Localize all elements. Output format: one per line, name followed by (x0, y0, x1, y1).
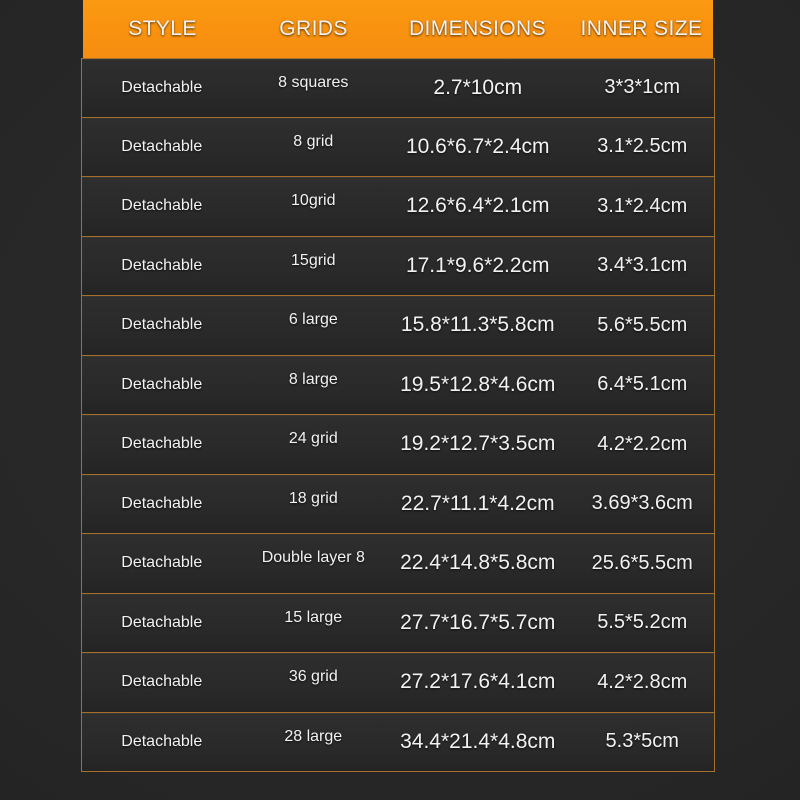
table-row: Detachable 18 grid 22.7*11.1*4.2cm 3.69*3.6… (81, 474, 715, 534)
cell-dimensions: 34.4*21.4*4.8cm (400, 729, 556, 753)
cell-grids: 24 grid (288, 430, 338, 448)
cell-dimensions: 10.6*6.7*2.4cm (405, 134, 550, 158)
cell-inner-size: 5.3*5cm (605, 730, 679, 753)
table-row: Detachable 15 large 27.7*16.7*5.7cm 5.5*5.2… (81, 593, 715, 653)
cell-style: Detachable (121, 554, 203, 572)
cell-dimensions: 19.5*12.8*4.6cm (400, 372, 556, 396)
cell-style: Detachable (121, 494, 203, 512)
cell-inner-size: 3.1*2.4cm (597, 194, 688, 217)
cell-inner-size: 4.2*2.2cm (597, 432, 688, 455)
table-row: Detachable 10grid 12.6*6.4*2.1cm 3.1*2.4cm (81, 177, 715, 237)
cell-style: Detachable (121, 673, 203, 691)
table-row: Detachable 24 grid 19.2*12.7*3.5cm 4.2*2.2c… (81, 415, 715, 475)
cell-style: Detachable (121, 375, 203, 393)
cell-style: Detachable (121, 256, 203, 274)
table-body: Detachable 8 squares 2.7*10cm 3*3*1cm Detach… (81, 58, 715, 772)
cell-grids: 18 grid (288, 489, 338, 507)
column-header-grids: GRIDS (279, 17, 348, 40)
cell-dimensions: 12.6*6.4*2.1cm (405, 194, 550, 218)
cell-inner-size: 3*3*1cm (604, 76, 681, 99)
cell-grids: 8 grid (293, 132, 334, 150)
cell-inner-size: 5.5*5.2cm (597, 611, 688, 634)
column-header-style: STYLE (128, 17, 197, 40)
table-row: Detachable 8 squares 2.7*10cm 3*3*1cm (81, 58, 715, 118)
cell-dimensions: 2.7*10cm (433, 75, 523, 99)
column-header-dimensions: DIMENSIONS (408, 17, 546, 40)
table-row: Detachable 36 grid 27.2*17.6*4.1cm 4.2*2.8c… (81, 653, 715, 713)
table-row: Detachable 15grid 17.1*9.6*2.2cm 3.4*3.1cm (81, 236, 715, 296)
cell-dimensions: 22.4*14.8*5.8cm (400, 551, 556, 575)
table-row: Detachable 8 grid 10.6*6.7*2.4cm 3.1*2.5cm (81, 117, 715, 177)
table-row: Detachable 8 large 19.5*12.8*4.6cm 6.4*5.1c… (81, 355, 715, 415)
cell-style: Detachable (121, 137, 203, 155)
cell-style: Detachable (121, 435, 203, 453)
cell-inner-size: 3.69*3.6cm (591, 492, 693, 515)
cell-inner-size: 25.6*5.5cm (591, 551, 693, 574)
cell-dimensions: 19.2*12.7*3.5cm (400, 432, 556, 456)
cell-grids: 10grid (291, 192, 336, 210)
cell-grids: 8 large (288, 370, 338, 388)
cell-inner-size: 3.1*2.5cm (597, 135, 688, 158)
cell-dimensions: 17.1*9.6*2.2cm (405, 253, 550, 277)
cell-style: Detachable (121, 78, 203, 96)
cell-grids: 28 large (284, 727, 343, 745)
cell-dimensions: 27.2*17.6*4.1cm (400, 670, 556, 694)
specification-table: STYLE GRIDS DIMENSIONS INNER SIZE Detach… (81, 0, 715, 773)
cell-inner-size: 5.6*5.5cm (597, 313, 688, 336)
cell-grids: Double layer 8 (261, 549, 365, 567)
cell-grids: 15 large (284, 608, 343, 626)
cell-grids: 8 squares (278, 73, 349, 91)
cell-grids: 36 grid (288, 668, 338, 686)
table-header-row: STYLE GRIDS DIMENSIONS INNER SIZE (83, 0, 713, 58)
table-row: Detachable 28 large 34.4*21.4*4.8cm 5.3*5cm (81, 712, 715, 772)
cell-inner-size: 3.4*3.1cm (597, 254, 688, 277)
cell-inner-size: 4.2*2.8cm (597, 670, 688, 693)
column-header-inner-size: INNER SIZE (580, 17, 703, 40)
cell-style: Detachable (121, 613, 203, 631)
cell-grids: 15grid (291, 251, 336, 269)
cell-style: Detachable (121, 316, 203, 334)
cell-style: Detachable (121, 732, 203, 750)
cell-style: Detachable (121, 197, 203, 215)
cell-dimensions: 15.8*11.3*5.8cm (400, 313, 555, 337)
table-row: Detachable Double layer 8 22.4*14.8*5.8cm 2… (81, 534, 715, 594)
cell-dimensions: 22.7*11.1*4.2cm (400, 491, 555, 515)
cell-dimensions: 27.7*16.7*5.7cm (400, 610, 556, 634)
cell-inner-size: 6.4*5.1cm (597, 373, 688, 396)
cell-grids: 6 large (288, 311, 338, 329)
table-row: Detachable 6 large 15.8*11.3*5.8cm 5.6*5.5c… (81, 296, 715, 356)
